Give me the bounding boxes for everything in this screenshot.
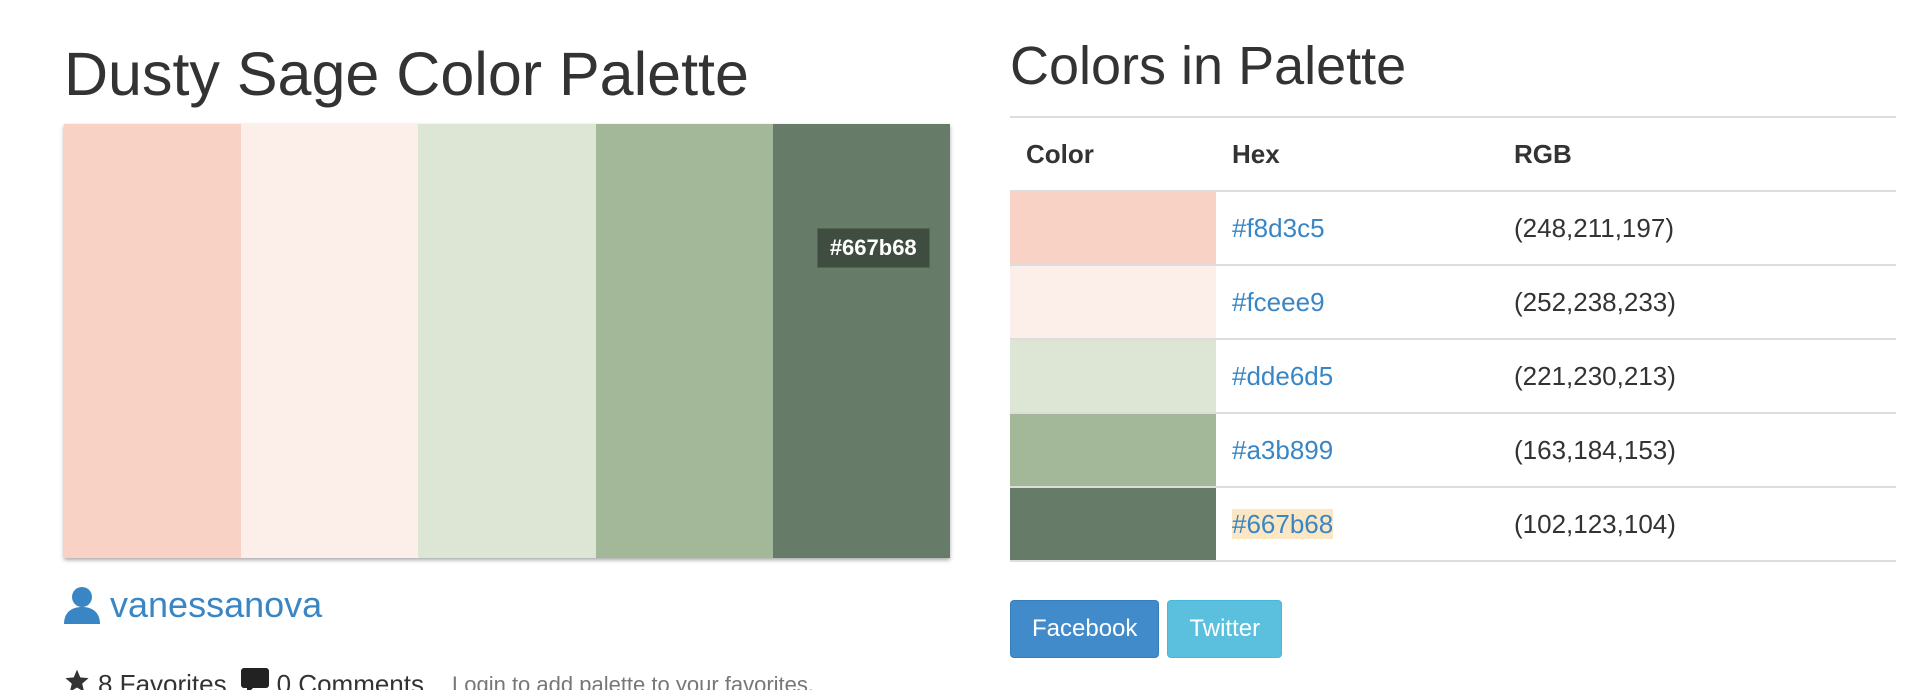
star-icon [64, 668, 90, 690]
color-cell [1010, 191, 1216, 266]
author-link[interactable]: vanessanova [110, 585, 322, 625]
swatch[interactable] [64, 124, 242, 558]
facebook-share-button[interactable]: Facebook [1010, 600, 1160, 658]
comment-icon [240, 668, 269, 690]
header-color: Color [1010, 117, 1216, 192]
colors-table: Color Hex RGB #f8d3c5 (248,211,197) #fce… [1010, 116, 1896, 562]
color-cell [1010, 339, 1216, 414]
palette-title: Dusty Sage Color Palette [64, 40, 749, 108]
share-buttons: Facebook Twitter [1010, 600, 1283, 658]
color-chip [1010, 340, 1216, 412]
comments-label: 0 Comments [276, 669, 424, 690]
color-chip [1010, 414, 1216, 486]
hex-cell: #a3b899 [1216, 413, 1498, 488]
hex-link[interactable]: #dde6d5 [1232, 361, 1333, 391]
swatch-hex-tooltip: #667b68 [816, 228, 930, 268]
palette-meta: 8 Favorites 0 Comments Login to add pale… [64, 668, 814, 690]
rgb-cell: (102,123,104) [1498, 487, 1896, 562]
table-row: #f8d3c5 (248,211,197) [1010, 191, 1896, 266]
swatch[interactable]: #667b68 [772, 124, 951, 558]
swatch[interactable] [241, 124, 419, 558]
hex-link[interactable]: #667b68 [1232, 508, 1334, 539]
rgb-cell: (163,184,153) [1498, 413, 1896, 488]
header-hex: Hex [1216, 117, 1498, 192]
rgb-cell: (221,230,213) [1498, 339, 1896, 414]
swatch[interactable] [595, 124, 773, 558]
user-icon [64, 586, 100, 624]
hex-link[interactable]: #f8d3c5 [1232, 213, 1325, 243]
color-chip [1010, 192, 1216, 264]
favorites-label: 8 Favorites [98, 669, 227, 690]
color-chip [1010, 488, 1216, 560]
hex-cell: #dde6d5 [1216, 339, 1498, 414]
login-note: Login to add palette to your favorites. [452, 671, 815, 690]
table-header-row: Color Hex RGB [1010, 117, 1896, 192]
hex-cell: #667b68 [1216, 487, 1498, 562]
twitter-share-button[interactable]: Twitter [1167, 600, 1283, 658]
swatch[interactable] [418, 124, 596, 558]
table-row: #fceee9 (252,238,233) [1010, 265, 1896, 340]
rgb-cell: (252,238,233) [1498, 265, 1896, 340]
color-cell [1010, 413, 1216, 488]
hex-cell: #fceee9 [1216, 265, 1498, 340]
comments-count[interactable]: 0 Comments [240, 668, 424, 690]
hex-cell: #f8d3c5 [1216, 191, 1498, 266]
hex-link[interactable]: #fceee9 [1232, 287, 1325, 317]
palette-swatch-strip: #667b68 [64, 124, 951, 558]
table-row: #dde6d5 (221,230,213) [1010, 339, 1896, 414]
header-rgb: RGB [1498, 117, 1896, 192]
table-row: #667b68 (102,123,104) [1010, 487, 1896, 562]
color-cell [1010, 487, 1216, 562]
favorites-count[interactable]: 8 Favorites [64, 668, 227, 690]
author: vanessanova [64, 585, 322, 625]
page: Dusty Sage Color Palette #667b68 vanessa… [0, 0, 1910, 690]
table-row: #a3b899 (163,184,153) [1010, 413, 1896, 488]
color-chip [1010, 266, 1216, 338]
hex-link[interactable]: #a3b899 [1232, 435, 1333, 465]
color-cell [1010, 265, 1216, 340]
colors-table-title: Colors in Palette [1010, 36, 1407, 96]
rgb-cell: (248,211,197) [1498, 191, 1896, 266]
